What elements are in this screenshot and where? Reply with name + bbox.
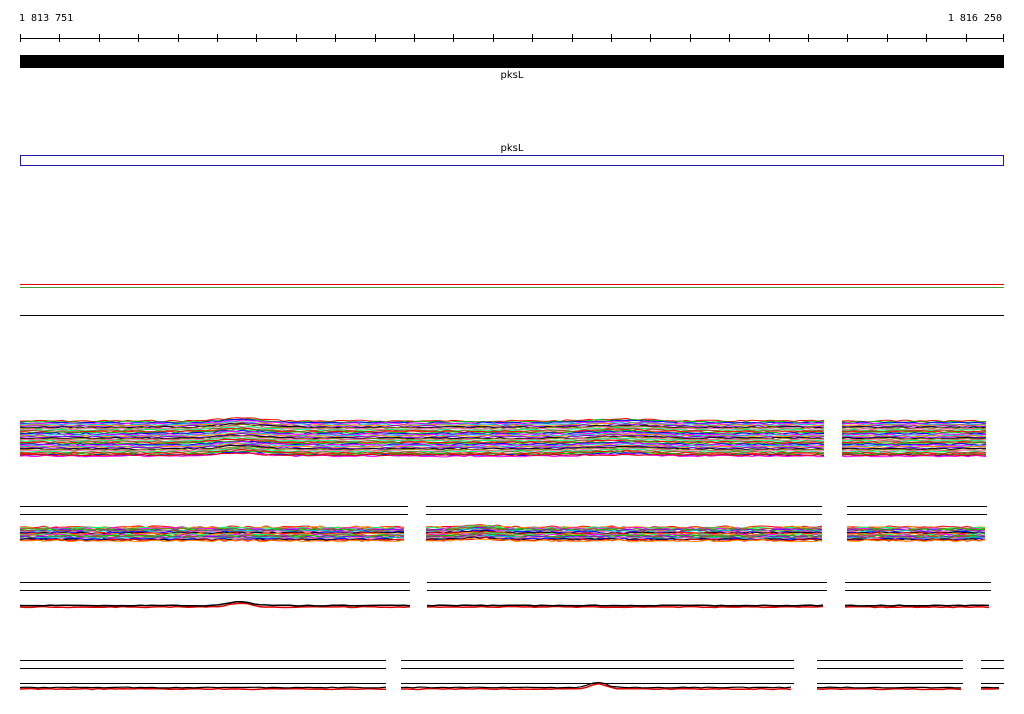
- track-2-segment: [425, 506, 823, 543]
- coordinate-ruler: [20, 34, 1004, 42]
- gene-feature-outline[interactable]: [20, 155, 1004, 166]
- track-4-segment: [980, 660, 1004, 690]
- coverage-line-red: [19, 687, 386, 691]
- track-3-segment: [19, 582, 411, 609]
- track-2-segment: [19, 506, 408, 543]
- coverage-line-red: [426, 605, 824, 609]
- track-1-segment: [19, 417, 825, 458]
- gene-label-outline: pksL: [500, 143, 524, 154]
- coverage-line-black: [816, 686, 961, 689]
- coverage-line-red: [844, 605, 990, 609]
- coverage-line-red: [401, 682, 792, 691]
- track-1-segment: [841, 419, 987, 458]
- coverage-tracks: [19, 417, 1004, 691]
- coverage-line-black: [426, 604, 824, 607]
- track-3-segment: [426, 582, 827, 609]
- coverage-line-black: [19, 686, 387, 689]
- track-4-segment: [19, 660, 387, 691]
- track-4-segment: [816, 660, 963, 691]
- coverage-line-red: [816, 687, 962, 691]
- coverage-line-black: [19, 601, 411, 607]
- track-3-segment: [844, 582, 991, 609]
- gene-feature-bar[interactable]: [20, 55, 1004, 68]
- genome-browser-view: 1 813 751 1 816 250 pksL pksL: [0, 0, 1024, 714]
- track-4-segment: [400, 660, 794, 691]
- coverage-line-black: [844, 604, 990, 607]
- track-2-segment: [846, 506, 987, 543]
- tracks-canvas: [19, 34, 1004, 691]
- gene-label-top: pksL: [500, 70, 524, 81]
